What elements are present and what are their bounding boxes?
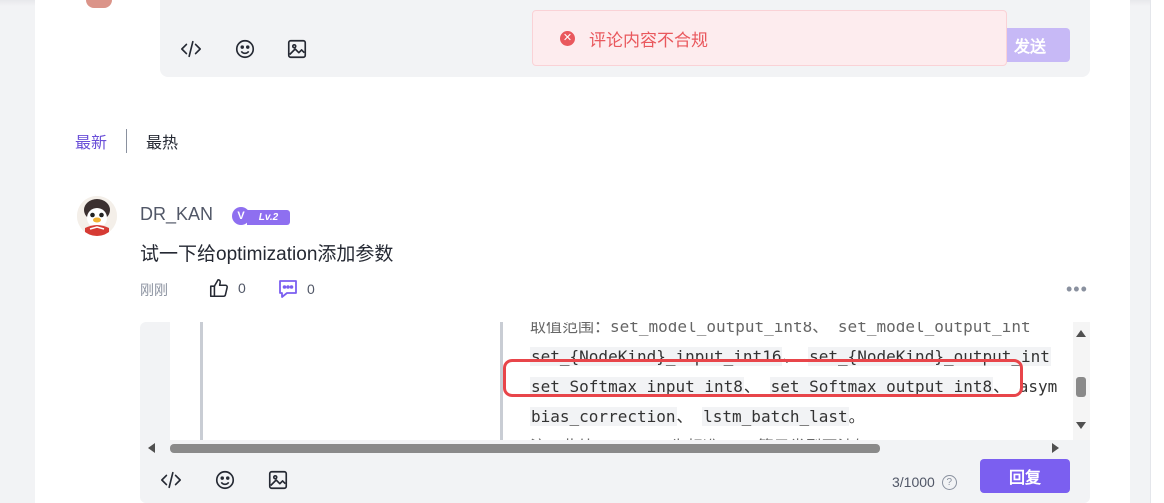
like-count: 0 bbox=[238, 280, 246, 296]
scroll-up-icon[interactable] bbox=[1076, 330, 1086, 337]
help-icon[interactable]: ? bbox=[941, 474, 957, 490]
scroll-thumb[interactable] bbox=[170, 444, 880, 453]
reply-toggle-button[interactable]: 0 bbox=[276, 277, 315, 301]
reply-input-content[interactable]: 取值范围：set_model_output_int8、 set_model_ou… bbox=[170, 322, 1073, 440]
scroll-thumb[interactable] bbox=[1076, 377, 1086, 397]
tab-hottest[interactable]: 最热 bbox=[146, 129, 178, 153]
scroll-down-icon[interactable] bbox=[1076, 422, 1086, 429]
like-button[interactable]: 0 bbox=[208, 277, 246, 299]
thumbs-up-icon bbox=[209, 278, 228, 298]
reply-button[interactable]: 回复 bbox=[980, 459, 1070, 493]
char-count-text: 3/1000 bbox=[892, 474, 935, 490]
scroll-left-icon[interactable] bbox=[148, 443, 155, 453]
scroll-right-icon[interactable] bbox=[1052, 443, 1059, 453]
avatar[interactable] bbox=[77, 196, 117, 236]
comment-time: 刚刚 bbox=[140, 282, 168, 298]
comment-bubble-icon bbox=[279, 280, 297, 298]
quote-border-outer bbox=[200, 322, 203, 440]
text-line: 注：此处Nodekind为标准ONNX算子类型写法如Conv、Mul、S bbox=[530, 432, 1057, 440]
previous-avatar bbox=[86, 0, 112, 8]
char-counter: 3/1000 ? bbox=[892, 474, 957, 490]
sort-tabs: 最新 最热 bbox=[75, 128, 178, 154]
text-line: bias_correction、 lstm_batch_last。 bbox=[530, 407, 865, 426]
username[interactable]: DR_KAN bbox=[140, 204, 213, 225]
level-badge: Lv.2 bbox=[247, 210, 290, 225]
vertical-scrollbar[interactable] bbox=[1073, 322, 1090, 440]
toast-message: 评论内容不合规 bbox=[589, 30, 708, 50]
comment-text: 试一下给optimization添加参数 bbox=[140, 244, 394, 265]
error-circle-icon: ✕ bbox=[560, 30, 575, 46]
image-icon[interactable] bbox=[267, 469, 291, 493]
emoji-icon[interactable] bbox=[234, 38, 258, 62]
annotation-highlight-box bbox=[503, 359, 1023, 397]
more-options-icon[interactable]: ••• bbox=[1066, 279, 1088, 300]
tab-newest[interactable]: 最新 bbox=[75, 129, 107, 153]
image-icon[interactable] bbox=[286, 38, 310, 62]
right-panel-edge bbox=[1150, 0, 1164, 503]
reply-count: 0 bbox=[307, 281, 315, 297]
error-toast: ✕ 评论内容不合规 bbox=[532, 10, 1007, 66]
tab-divider bbox=[126, 129, 128, 153]
code-icon[interactable] bbox=[180, 38, 204, 62]
horizontal-scrollbar[interactable] bbox=[140, 440, 1073, 457]
text-line: 取值范围：set_model_output_int8、 set_model_ou… bbox=[530, 322, 1031, 336]
code-icon[interactable] bbox=[160, 469, 184, 493]
emoji-icon[interactable] bbox=[214, 469, 238, 493]
